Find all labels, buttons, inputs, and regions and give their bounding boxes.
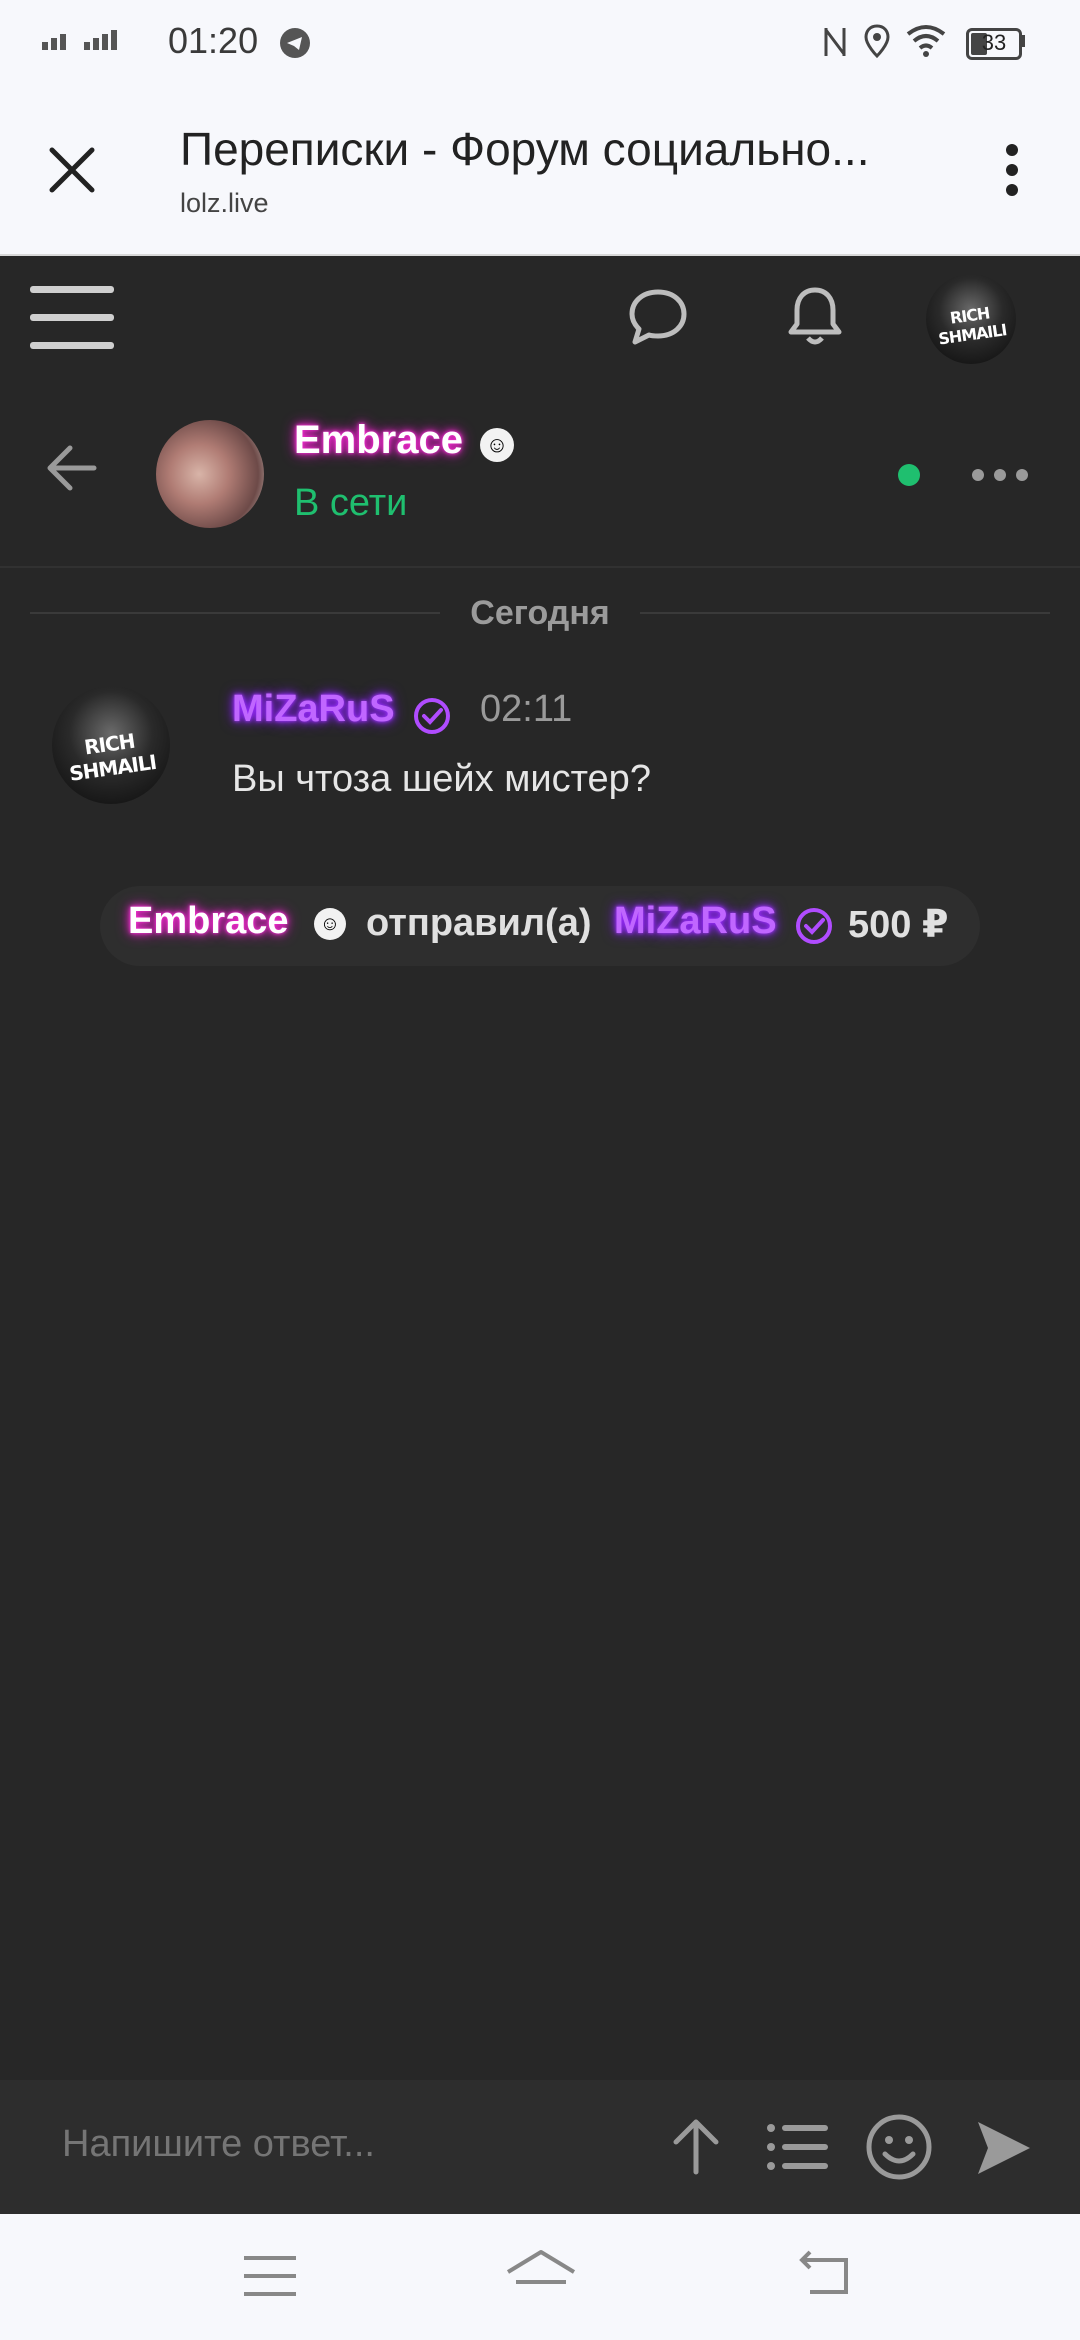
contact-avatar[interactable] xyxy=(156,420,264,528)
conversations-icon[interactable] xyxy=(626,286,690,348)
contact-name[interactable]: Embrace xyxy=(294,418,463,463)
list-icon[interactable] xyxy=(766,2122,830,2172)
online-indicator xyxy=(898,464,920,486)
page-title: Переписки - Форум социально... xyxy=(180,123,870,175)
battery-tip xyxy=(1020,35,1025,47)
site-navbar: RICH SHMAILI xyxy=(0,256,1080,378)
back-arrow-icon[interactable] xyxy=(44,440,100,496)
wifi-icon xyxy=(906,25,946,57)
battery-icon: 33 xyxy=(966,28,1022,60)
status-bar: 01:20 33 xyxy=(0,0,1080,88)
message-author-avatar[interactable]: RICH SHMAILI xyxy=(52,686,170,804)
close-icon[interactable] xyxy=(46,144,98,196)
status-time: 01:20 xyxy=(168,20,259,61)
recent-apps-icon[interactable] xyxy=(244,2254,296,2298)
emoji-icon[interactable] xyxy=(864,2112,934,2182)
date-label: Сегодня xyxy=(440,594,640,633)
upload-icon[interactable] xyxy=(668,2114,724,2178)
reply-bar xyxy=(0,2080,1080,2214)
battery-level: 33 xyxy=(981,30,1007,55)
bell-icon[interactable] xyxy=(784,284,846,348)
reply-input[interactable] xyxy=(60,2118,624,2170)
transfer-sender[interactable]: Embrace xyxy=(128,900,289,943)
clown-badge-icon: ☺ xyxy=(314,908,346,940)
message-text: Вы чтоза шейх мистер? xyxy=(232,758,651,800)
verified-icon xyxy=(796,908,832,944)
transfer-amount: 500 ₽ xyxy=(848,904,949,946)
telegram-icon xyxy=(280,28,310,58)
contact-status: В сети xyxy=(294,482,408,524)
back-nav-icon[interactable] xyxy=(796,2250,852,2300)
clown-badge-icon: ☺ xyxy=(480,428,514,462)
verified-icon xyxy=(414,698,450,734)
menu-icon[interactable] xyxy=(28,282,116,354)
system-navbar xyxy=(0,2214,1080,2340)
nfc-icon xyxy=(824,28,846,56)
conversation-header: Embrace ☺ В сети xyxy=(0,380,1080,568)
browser-toolbar: Переписки - Форум социально... lolz.live xyxy=(0,88,1080,256)
page-url: lolz.live xyxy=(180,188,269,218)
transfer-recipient[interactable]: MiZaRuS xyxy=(614,900,777,943)
home-icon[interactable] xyxy=(504,2248,578,2298)
transfer-action: отправил(а) xyxy=(366,902,592,944)
location-icon xyxy=(864,24,890,59)
transfer-notice: Embrace ☺ отправил(а) MiZaRuS 500 ₽ xyxy=(100,886,980,966)
message-time: 02:11 xyxy=(480,688,573,730)
send-icon[interactable] xyxy=(974,2118,1034,2178)
more-vert-icon[interactable] xyxy=(1002,140,1022,200)
avatar-text: RICH SHMAILI xyxy=(937,303,1008,349)
user-avatar[interactable]: RICH SHMAILI xyxy=(926,274,1016,364)
avatar-text: RICH SHMAILI xyxy=(67,728,158,786)
signal-icon xyxy=(42,30,117,50)
message-author[interactable]: MiZaRuS xyxy=(232,688,395,731)
more-horiz-icon[interactable] xyxy=(970,464,1030,486)
